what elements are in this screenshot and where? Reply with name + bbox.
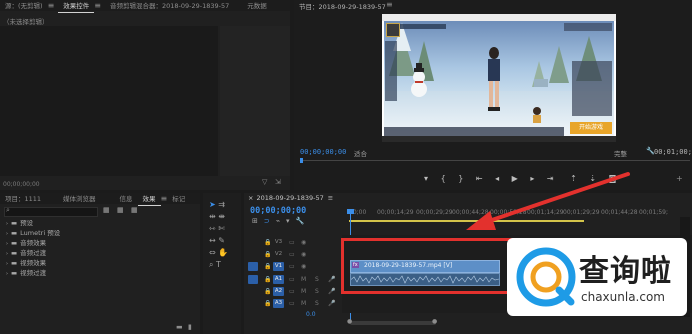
watermark-url: chaxunla.com (581, 290, 665, 304)
watermark: 查询啦 chaxunla.com (507, 238, 687, 316)
magnifier-logo-icon (516, 247, 576, 307)
watermark-title: 查询啦 (579, 254, 672, 289)
